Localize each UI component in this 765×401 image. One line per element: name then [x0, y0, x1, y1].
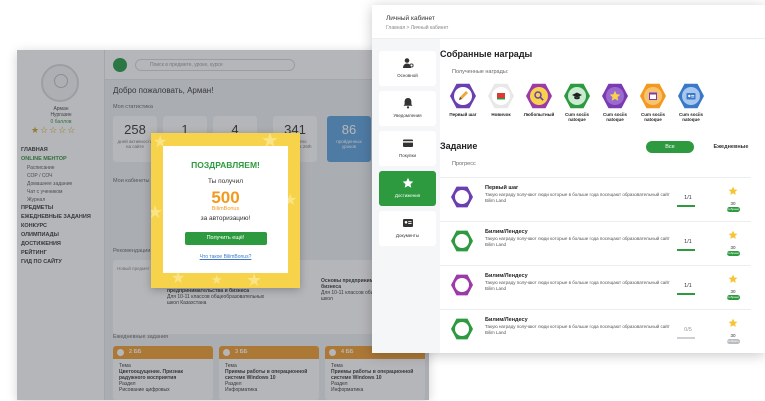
- bonus-reason: за авторизацию!: [200, 215, 251, 222]
- star-icon: [728, 274, 738, 283]
- task-row[interactable]: Первый шаг Такую награду получают люди к…: [440, 177, 751, 225]
- task-row[interactable]: Билим/Лендесу Такую награду получают люд…: [440, 221, 751, 269]
- book-icon: [497, 93, 505, 100]
- bonus-amount: 500: [211, 188, 240, 207]
- star-icon: [728, 230, 738, 239]
- user-settings-icon: [402, 58, 414, 68]
- congrats-modal: ★ ★ ★ ★ ★ ★ ★ ПОЗДРАВЛЯЕМ! Ты получил 50…: [151, 133, 300, 288]
- collect-badge[interactable]: Собрать: [726, 339, 740, 344]
- star-decoration-icon: ★: [151, 202, 164, 222]
- nav-documents[interactable]: Документы: [379, 211, 436, 246]
- magnifier-icon: [534, 91, 544, 101]
- task-progress-bar: [677, 337, 695, 339]
- nav-achievements[interactable]: Достижения: [379, 171, 436, 206]
- star-decoration-icon: ★: [246, 270, 263, 288]
- task-reward: 30 Собрано: [725, 227, 741, 256]
- filter-daily-button[interactable]: Ежедневные: [702, 141, 760, 153]
- filter-all-button[interactable]: Все: [646, 141, 694, 153]
- task-description: Такую награду получают люди которые в бо…: [485, 192, 670, 203]
- task-progress-bar: [677, 293, 695, 295]
- wallet-icon: [402, 139, 413, 147]
- pencil-icon: [451, 186, 473, 208]
- achievements-screenshot: Личный кабинет Главная > Личный кабинет …: [372, 5, 765, 353]
- nav-purchases[interactable]: Покупки: [379, 131, 436, 166]
- awards-subtitle: Полученные награды:: [452, 69, 509, 75]
- star-icon: [609, 90, 621, 101]
- nav-main[interactable]: Основной: [379, 51, 436, 86]
- award-badge[interactable]: Новичок: [484, 83, 518, 117]
- received-label: Ты получил: [207, 178, 243, 185]
- award-badge[interactable]: Любопытный: [522, 83, 556, 117]
- task-progress-bar: [677, 249, 695, 251]
- star-icon: [402, 177, 413, 188]
- task-description: Такую награду получают люди которые в бо…: [485, 324, 670, 335]
- calendar-icon: [649, 92, 657, 100]
- star-icon: [728, 318, 738, 327]
- collected-badge: Собрано: [726, 295, 740, 300]
- id-card-icon: [402, 219, 413, 227]
- task-description: Такую награду получают люди которые в бо…: [485, 236, 670, 247]
- tasks-heading: Задание: [440, 141, 478, 151]
- star-decoration-icon: ★: [211, 272, 223, 287]
- progress-label: Прогресс: [452, 161, 476, 167]
- task-title: Билим/Лендесу: [485, 317, 528, 323]
- book-icon: [451, 230, 473, 252]
- star-icon: [728, 186, 738, 195]
- task-reward: 30 Собрано: [725, 271, 741, 300]
- bilimbonus-info-link[interactable]: Что такое BilimBonus?: [163, 254, 288, 260]
- collected-badge: Собрано: [726, 251, 740, 256]
- page-header: Личный кабинет Главная > Личный кабинет: [372, 5, 765, 39]
- bell-icon: [403, 98, 412, 109]
- congrats-title: ПОЗДРАВЛЯЕМ!: [191, 160, 260, 170]
- task-progress: 1/1: [684, 239, 692, 245]
- award-badge[interactable]: Первый шаг: [446, 83, 480, 117]
- award-badge[interactable]: Cum sociis natoque: [636, 83, 670, 122]
- magnifier-icon: [451, 274, 473, 296]
- id-card-icon: [686, 93, 696, 100]
- nav-notifications[interactable]: Уведомления: [379, 91, 436, 126]
- task-title: Билим/Лендесу: [485, 229, 528, 235]
- task-progress: 1/1: [684, 283, 692, 289]
- cabinet-sidebar: Основной Уведомления Покупки Достижения …: [372, 39, 440, 353]
- graduation-cap-icon: [572, 92, 582, 100]
- task-row[interactable]: Билим/Лендесу Такую награду получают люд…: [440, 265, 751, 313]
- bonus-currency: BilimBonus: [211, 206, 240, 212]
- task-reward: 30 Собрано: [725, 183, 741, 212]
- award-badge[interactable]: Cum sociis natoque: [560, 83, 594, 122]
- task-row[interactable]: Билим/Лендесу Такую награду получают люд…: [440, 309, 751, 353]
- task-description: Такую награду получают люди которые в бо…: [485, 280, 670, 291]
- task-title: Первый шаг: [485, 185, 519, 191]
- awards-heading: Собранные награды: [440, 49, 533, 59]
- graduation-cap-icon: [451, 318, 473, 340]
- task-progress: 0/5: [684, 327, 692, 333]
- pencil-icon: [459, 91, 468, 100]
- collected-badge: Собрано: [726, 207, 740, 212]
- star-decoration-icon: ★: [171, 270, 186, 287]
- award-badge[interactable]: Cum sociis natoque: [598, 83, 632, 122]
- collage: Арман Нургазин 0 баллов ★☆☆☆☆ ГЛАВНАЯ ON…: [0, 0, 765, 401]
- task-title: Билим/Лендесу: [485, 273, 528, 279]
- task-progress-bar: [677, 205, 695, 207]
- task-reward: 30 Собрать: [725, 315, 741, 344]
- page-title: Личный кабинет: [386, 15, 435, 22]
- breadcrumb[interactable]: Главная > Личный кабинет: [386, 25, 448, 31]
- award-badge[interactable]: Cum sociis natoque: [674, 83, 708, 122]
- task-progress: 1/1: [684, 195, 692, 201]
- congrats-card: ПОЗДРАВЛЯЕМ! Ты получил 500 BilimBonus з…: [163, 146, 288, 273]
- get-more-button[interactable]: Получить ещё!: [184, 232, 267, 245]
